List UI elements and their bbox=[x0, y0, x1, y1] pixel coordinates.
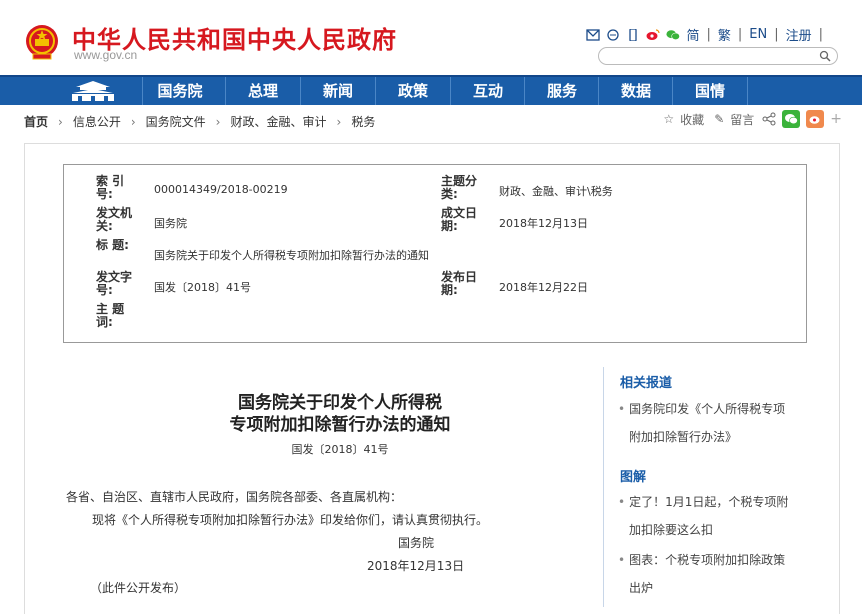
top-links: 简 | 繁 | EN | 注册 | bbox=[586, 25, 824, 44]
document-number: 国发〔2018〕41号 bbox=[291, 443, 389, 456]
nav-news[interactable]: 新闻 bbox=[300, 77, 375, 105]
topic-label: 主题分类: bbox=[441, 174, 478, 201]
pubdate-value: 2018年12月22日 bbox=[499, 281, 588, 294]
bullet: • bbox=[618, 553, 626, 567]
divider: | bbox=[737, 27, 743, 42]
nav-policy[interactable]: 政策 bbox=[375, 77, 450, 105]
nav-national-info[interactable]: 国情 bbox=[672, 77, 748, 105]
site-header: 中华人民共和国中央人民政府 www.gov.cn 简 | 繁 | EN | 注册… bbox=[0, 0, 862, 75]
related-report-link[interactable]: • 国务院印发《个人所得税专项 附加扣除暂行办法》 bbox=[618, 395, 808, 451]
divider: | bbox=[706, 27, 711, 42]
page-tools: ☆ 收藏 ✎ 留言 + bbox=[663, 110, 842, 128]
nav-premier[interactable]: 总理 bbox=[225, 77, 300, 105]
body-paragraph: 现将《个人所得税专项附加扣除暂行办法》印发给你们，请认真贯彻执行。 bbox=[92, 513, 489, 527]
sidebar-divider bbox=[603, 367, 604, 607]
title-label: 标 题: bbox=[96, 238, 129, 252]
index-value: 000014349/2018-00219 bbox=[154, 183, 288, 196]
graphic-link[interactable]: • 定了！1月1日起，个税专项附 加扣除要这么扣 bbox=[618, 488, 808, 544]
share-icon[interactable] bbox=[762, 112, 776, 126]
breadcrumb-item[interactable]: 国务院文件 bbox=[146, 113, 206, 130]
weibo-share-icon[interactable] bbox=[806, 110, 825, 128]
issuer-label: 发文机关: bbox=[96, 206, 133, 233]
breadcrumb-item[interactable]: 财政、金融、审计 bbox=[230, 113, 326, 130]
breadcrumb-home[interactable]: 首页 bbox=[24, 113, 48, 130]
site-url[interactable]: www.gov.cn bbox=[74, 48, 137, 62]
breadcrumb-item[interactable]: 信息公开 bbox=[73, 113, 121, 130]
nav-state-council[interactable]: 国务院 bbox=[142, 77, 217, 105]
national-emblem-icon[interactable] bbox=[25, 24, 59, 60]
signer: 国务院 bbox=[398, 536, 435, 550]
chevron-right-icon: › bbox=[336, 114, 342, 129]
nav-home[interactable] bbox=[64, 77, 122, 105]
wechat-icon[interactable] bbox=[666, 29, 681, 41]
nav-interaction[interactable]: 互动 bbox=[450, 77, 525, 105]
lang-traditional[interactable]: 繁 bbox=[718, 25, 731, 44]
bullet: • bbox=[618, 495, 626, 509]
issuer-value: 国务院 bbox=[154, 217, 187, 230]
mobile-icon[interactable] bbox=[626, 28, 640, 41]
signing-date: 2018年12月13日 bbox=[367, 559, 465, 573]
document-title-line: 专项附加扣除暂行办法的通知 bbox=[229, 415, 451, 435]
keywords-label: 主 题 词: bbox=[96, 302, 125, 329]
title-value: 国务院关于印发个人所得税专项附加扣除暂行办法的通知 bbox=[154, 249, 429, 262]
wechat-share-icon[interactable] bbox=[782, 110, 801, 128]
main-nav: 国务院 总理 新闻 政策 互动 服务 数据 国情 bbox=[0, 75, 862, 105]
circle-menu-icon[interactable] bbox=[606, 28, 620, 41]
pencil-icon: ✎ bbox=[714, 112, 725, 126]
chevron-right-icon: › bbox=[215, 114, 221, 129]
search-input[interactable] bbox=[598, 47, 838, 65]
tiananmen-icon bbox=[72, 81, 114, 101]
date-label: 成文日期: bbox=[441, 206, 478, 233]
search-icon[interactable] bbox=[819, 50, 831, 62]
lang-english[interactable]: EN bbox=[749, 27, 767, 42]
plus-icon[interactable]: + bbox=[830, 111, 842, 127]
graphics-heading[interactable]: 图解 bbox=[620, 466, 646, 485]
date-value: 2018年12月13日 bbox=[499, 217, 588, 230]
star-icon: ☆ bbox=[663, 112, 675, 126]
publish-note: （此件公开发布） bbox=[90, 581, 187, 595]
nav-data[interactable]: 数据 bbox=[598, 77, 673, 105]
topic-value: 财政、金融、审计\税务 bbox=[499, 185, 613, 198]
document-title: 国务院关于印发个人所得税 专项附加扣除暂行办法的通知 bbox=[150, 392, 530, 436]
chevron-right-icon: › bbox=[130, 114, 136, 129]
mail-icon[interactable] bbox=[586, 28, 601, 41]
index-label: 索 引 号: bbox=[96, 174, 125, 201]
pubdate-label: 发布日期: bbox=[441, 270, 478, 297]
divider: | bbox=[774, 27, 779, 42]
related-reports-heading[interactable]: 相关报道 bbox=[620, 372, 672, 391]
document-title-line: 国务院关于印发个人所得税 bbox=[238, 393, 442, 413]
divider: | bbox=[818, 27, 823, 42]
docno-value: 国发〔2018〕41号 bbox=[154, 281, 251, 294]
bullet: • bbox=[618, 402, 626, 416]
weibo-icon[interactable] bbox=[646, 28, 661, 41]
collect-button[interactable]: 收藏 bbox=[680, 111, 704, 128]
breadcrumb: 首页 › 信息公开 › 国务院文件 › 财政、金融、审计 › 税务 bbox=[24, 113, 375, 130]
lang-simplified[interactable]: 简 bbox=[686, 25, 699, 44]
chevron-right-icon: › bbox=[58, 114, 63, 129]
nav-services[interactable]: 服务 bbox=[524, 77, 599, 105]
graphic-link[interactable]: • 图表：个税专项附加扣除政策 出炉 bbox=[618, 546, 808, 602]
register-link[interactable]: 注册 bbox=[786, 25, 812, 44]
message-button[interactable]: 留言 bbox=[730, 111, 754, 128]
docno-label: 发文字号: bbox=[96, 270, 133, 297]
salutation: 各省、自治区、直辖市人民政府，国务院各部委、各直属机构： bbox=[66, 490, 403, 504]
breadcrumb-item[interactable]: 税务 bbox=[351, 113, 375, 130]
